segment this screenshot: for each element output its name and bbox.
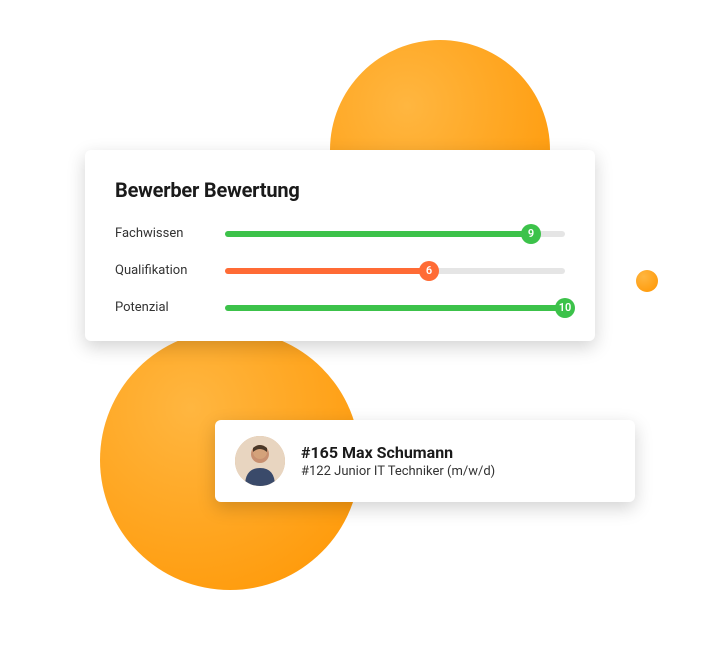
rating-slider-fachwissen[interactable]: 9: [225, 231, 565, 237]
rating-row-qualifikation: Qualifikation 6: [115, 263, 565, 278]
rating-row-potenzial: Potenzial 10: [115, 300, 565, 315]
decorative-circle-small: [636, 270, 658, 292]
slider-fill: [225, 231, 531, 237]
candidate-info: #165 Max Schumann #122 Junior IT Technik…: [301, 443, 495, 479]
rating-label: Fachwissen: [115, 226, 225, 241]
rating-slider-qualifikation[interactable]: 6: [225, 268, 565, 274]
rating-slider-potenzial[interactable]: 10: [225, 305, 565, 311]
candidate-role: #122 Junior IT Techniker (m/w/d): [301, 464, 495, 479]
slider-thumb[interactable]: 9: [521, 224, 541, 244]
rating-label: Potenzial: [115, 300, 225, 315]
slider-fill: [225, 268, 429, 274]
slider-thumb[interactable]: 6: [419, 261, 439, 281]
rating-label: Qualifikation: [115, 263, 225, 278]
slider-fill: [225, 305, 565, 311]
slider-thumb[interactable]: 10: [555, 298, 575, 318]
avatar: [235, 436, 285, 486]
rating-title: Bewerber Bewertung: [115, 178, 565, 202]
candidate-card[interactable]: #165 Max Schumann #122 Junior IT Technik…: [215, 420, 635, 502]
candidate-name: #165 Max Schumann: [301, 443, 495, 462]
rating-row-fachwissen: Fachwissen 9: [115, 226, 565, 241]
rating-card: Bewerber Bewertung Fachwissen 9 Qualifik…: [85, 150, 595, 341]
